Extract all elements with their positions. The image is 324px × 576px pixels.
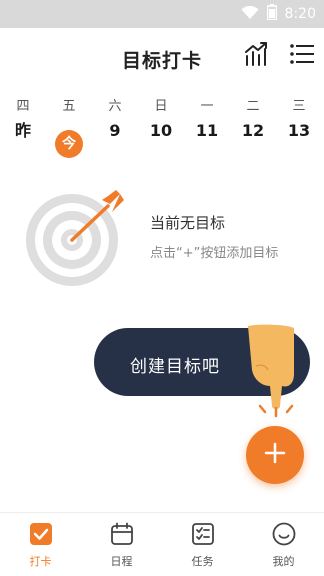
target-illustration-icon	[22, 184, 130, 292]
day-column-today[interactable]: 五 今	[49, 96, 89, 158]
date-label: 12	[241, 121, 265, 140]
nav-label: 我的	[272, 555, 295, 568]
page-title: 目标打卡	[121, 50, 202, 72]
weekday-label: 二	[246, 99, 260, 114]
header: 目标打卡	[0, 28, 324, 84]
day-column[interactable]: 四 昨	[3, 96, 43, 144]
wifi-icon	[241, 5, 259, 24]
tooltip-text: 创建目标吧	[130, 357, 220, 377]
bottom-nav: 打卡 日程 任务 我的	[0, 512, 324, 576]
weekday-label: 六	[108, 99, 122, 114]
weekday-label: 三	[292, 99, 306, 114]
task-list-icon	[190, 521, 216, 547]
status-icons: 8:20	[241, 4, 316, 24]
empty-state-hint: 点击“+”按钮添加目标	[150, 246, 279, 261]
checkin-icon	[28, 521, 54, 547]
weekday-label: 一	[200, 99, 214, 114]
date-label: 13	[287, 121, 311, 140]
date-label: 昨	[14, 121, 31, 140]
date-label-today: 今	[55, 130, 83, 158]
weekday-label: 日	[154, 99, 168, 114]
add-goal-button[interactable]	[246, 426, 304, 484]
tap-spark-icon	[254, 402, 298, 420]
weekday-label: 五	[62, 99, 76, 114]
day-column[interactable]: 六 9	[95, 96, 135, 144]
day-column[interactable]: 日 10	[141, 96, 181, 144]
day-column[interactable]: 三 13	[279, 96, 319, 144]
nav-label: 任务	[191, 555, 214, 568]
nav-item-schedule[interactable]: 日程	[81, 521, 162, 569]
profile-icon	[271, 521, 297, 547]
date-label: 10	[149, 121, 173, 140]
empty-state-title: 当前无目标	[150, 214, 226, 232]
week-strip: 四 昨 五 今 六 9 日 10 一 11 二 12 三 13	[0, 96, 324, 168]
status-time: 8:20	[284, 6, 316, 22]
menu-list-icon[interactable]	[288, 40, 316, 68]
nav-label: 打卡	[29, 555, 52, 568]
date-label: 11	[195, 121, 219, 140]
calendar-icon	[109, 521, 135, 547]
date-label: 9	[109, 121, 121, 140]
status-bar: 8:20	[0, 0, 324, 28]
day-column[interactable]: 二 12	[233, 96, 273, 144]
nav-label: 日程	[110, 555, 133, 568]
battery-icon	[266, 4, 277, 24]
day-column[interactable]: 一 11	[187, 96, 227, 144]
stats-chart-icon[interactable]	[242, 40, 270, 68]
pointing-hand-icon	[240, 320, 300, 410]
weekday-label: 四	[16, 99, 30, 114]
nav-item-tasks[interactable]: 任务	[162, 521, 243, 569]
nav-item-checkin[interactable]: 打卡	[0, 521, 81, 569]
plus-icon	[264, 442, 286, 468]
nav-item-profile[interactable]: 我的	[243, 521, 324, 569]
